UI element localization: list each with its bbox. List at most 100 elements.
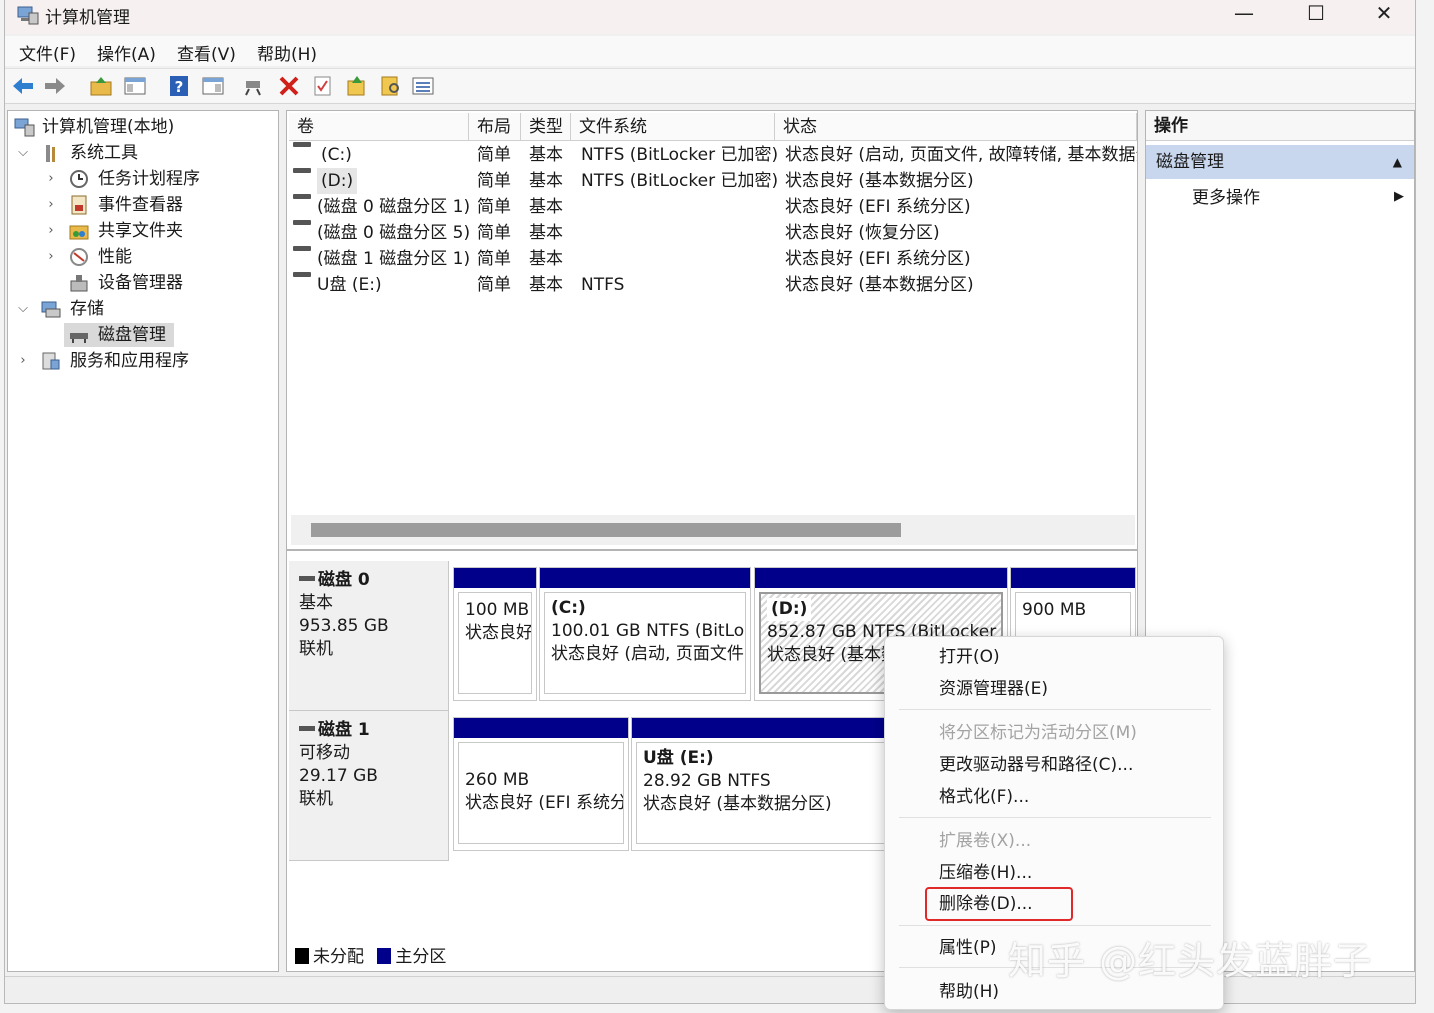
table-row[interactable]: (C:) 简单 基本 NTFS (BitLocker 已加密) 状态良好 (启动… (287, 142, 1137, 168)
volume-list: 卷 布局 类型 文件系统 状态 (C:) 简单 基本 NTFS (BitLock… (286, 110, 1138, 550)
menu-item-explorer[interactable]: 资源管理器(E) (939, 674, 1048, 704)
volume-type: 基本 (529, 223, 563, 243)
window-title: 计算机管理 (45, 8, 130, 28)
partition-label: (C:) (551, 598, 586, 618)
volume-type: 基本 (529, 275, 563, 295)
legend-unallocated: 未分配 (313, 947, 364, 967)
menu-item-format[interactable]: 格式化(F)... (939, 782, 1029, 812)
menu-view[interactable]: 查看(V) (177, 40, 236, 65)
help-icon[interactable]: ? (167, 75, 191, 97)
partition-usb-efi[interactable]: 260 MB 状态良好 (EFI 系统分 (453, 717, 629, 851)
close-button[interactable]: ✕ (1351, 0, 1417, 30)
maximize-button[interactable]: ☐ (1283, 0, 1349, 30)
volume-type: 基本 (529, 171, 563, 191)
column-header-type[interactable]: 类型 (521, 113, 571, 141)
disk-0-label[interactable]: 磁盘 0 基本 953.85 GB 联机 (289, 561, 449, 711)
search-icon[interactable] (379, 75, 403, 97)
column-header-layout[interactable]: 布局 (469, 113, 521, 141)
minimize-button[interactable]: — (1211, 0, 1277, 30)
menu-item-help[interactable]: 帮助(H) (939, 977, 999, 1007)
tools-icon (46, 145, 55, 162)
submenu-arrow-icon[interactable]: ▶ (1394, 189, 1404, 204)
menu-file[interactable]: 文件(F) (19, 40, 76, 65)
menu-separator (899, 925, 1211, 926)
table-row[interactable]: (磁盘 1 磁盘分区 1) 简单 基本 状态良好 (EFI 系统分区) (287, 246, 1137, 272)
table-row[interactable]: U盘 (E:) 简单 基本 NTFS 状态良好 (基本数据分区) (287, 272, 1137, 298)
partition-c[interactable]: (C:) 100.01 GB NTFS (BitLock 状态良好 (启动, 页… (539, 567, 751, 701)
partition-status: 状态良好 (EFI 系统分 (465, 793, 624, 813)
storage-icon (41, 301, 61, 318)
forward-icon[interactable] (43, 75, 67, 97)
column-header-volume[interactable]: 卷 (289, 113, 469, 141)
export-icon[interactable] (345, 75, 369, 97)
menu-item-mark-active: 将分区标记为活动分区(M) (939, 723, 1137, 743)
connect-icon[interactable] (243, 75, 267, 97)
menu-help[interactable]: 帮助(H) (257, 40, 317, 65)
primary-partition-bar (454, 568, 536, 588)
chevron-right-icon[interactable]: › (44, 193, 58, 217)
partition-size: 100.01 GB NTFS (BitLock (551, 621, 746, 641)
disk-icon (299, 576, 315, 581)
volume-status: 状态良好 (基本数据分区) (785, 275, 974, 295)
volume-name: U盘 (E:) (317, 275, 382, 295)
menu-action[interactable]: 操作(A) (97, 40, 156, 65)
menu-item-open[interactable]: 打开(O) (939, 642, 1000, 672)
scrollbar-thumb[interactable] (311, 523, 901, 537)
shared-folder-icon (69, 225, 89, 240)
menu-item-shrink-volume[interactable]: 压缩卷(H)... (939, 858, 1032, 888)
up-folder-icon[interactable] (89, 75, 113, 97)
volume-type: 基本 (529, 197, 563, 217)
table-row[interactable]: (磁盘 0 磁盘分区 1) 简单 基本 状态良好 (EFI 系统分区) (287, 194, 1137, 220)
partition-size: 260 MB (465, 770, 530, 790)
watermark: 知乎 @红头发蓝胖子 (1008, 939, 1373, 983)
column-header-status[interactable]: 状态 (775, 113, 1137, 141)
tree-services-apps-label: 服务和应用程序 (70, 351, 189, 371)
tree-disk-management[interactable]: 磁盘管理 (64, 323, 174, 347)
toolbar: ? (5, 68, 1415, 104)
legend-swatch-unallocated (295, 948, 309, 964)
chevron-right-icon[interactable]: › (44, 167, 58, 191)
more-actions-label: 更多操作 (1192, 188, 1260, 208)
chevron-right-icon[interactable]: › (44, 245, 58, 269)
disk-icon (299, 726, 315, 731)
actions-section-disk-management[interactable]: 磁盘管理 ▲ (1146, 145, 1414, 179)
show-tree-icon[interactable] (123, 75, 147, 97)
primary-partition-bar (454, 718, 628, 738)
disk-1-label[interactable]: 磁盘 1 可移动 29.17 GB 联机 (289, 711, 449, 861)
drive-icon (293, 246, 311, 251)
partition-status: 状态良好 (启动, 页面文件, (551, 644, 746, 664)
computer-management-icon (14, 118, 35, 137)
chevron-right-icon[interactable]: › (44, 219, 58, 243)
partition-efi[interactable]: 100 MB 状态良好 (453, 567, 537, 701)
title-bar: 计算机管理 — ☐ ✕ (5, 0, 1415, 34)
svg-text:?: ? (175, 78, 184, 96)
chevron-right-icon[interactable]: › (16, 349, 30, 373)
collapse-arrow-icon[interactable]: ▲ (1393, 145, 1402, 179)
volume-status: 状态良好 (EFI 系统分区) (785, 249, 971, 269)
menu-item-properties[interactable]: 属性(P) (939, 933, 997, 963)
volume-fs: NTFS (BitLocker 已加密) (581, 171, 779, 191)
volume-name: (磁盘 0 磁盘分区 5) (317, 223, 471, 243)
tree-storage-label: 存储 (70, 299, 104, 319)
event-log-icon (71, 195, 87, 215)
volume-type: 基本 (529, 145, 563, 165)
disk-state: 联机 (299, 789, 333, 809)
table-row[interactable]: (磁盘 0 磁盘分区 5) 简单 基本 状态良好 (恢复分区) (287, 220, 1137, 246)
more-actions[interactable]: 更多操作 (1192, 185, 1260, 211)
delete-highlight-box (925, 887, 1073, 921)
properties-icon[interactable] (201, 75, 225, 97)
list-icon[interactable] (411, 75, 435, 97)
back-icon[interactable] (11, 75, 35, 97)
volume-name: (C:) (321, 145, 352, 165)
check-icon[interactable] (311, 75, 335, 97)
column-header-filesystem[interactable]: 文件系统 (571, 113, 775, 141)
horizontal-scrollbar[interactable] (291, 515, 1135, 545)
chevron-down-icon[interactable]: ⌵ (16, 297, 30, 321)
delete-icon[interactable] (277, 75, 301, 97)
menu-item-change-drive-letter[interactable]: 更改驱动器号和路径(C)... (939, 750, 1133, 780)
volume-fs: NTFS (BitLocker 已加密) (581, 145, 779, 165)
volume-layout: 简单 (477, 145, 511, 165)
services-icon (42, 352, 60, 370)
chevron-down-icon[interactable]: ⌵ (16, 141, 30, 165)
table-row[interactable]: (D:) 简单 基本 NTFS (BitLocker 已加密) 状态良好 (基本… (287, 168, 1137, 194)
